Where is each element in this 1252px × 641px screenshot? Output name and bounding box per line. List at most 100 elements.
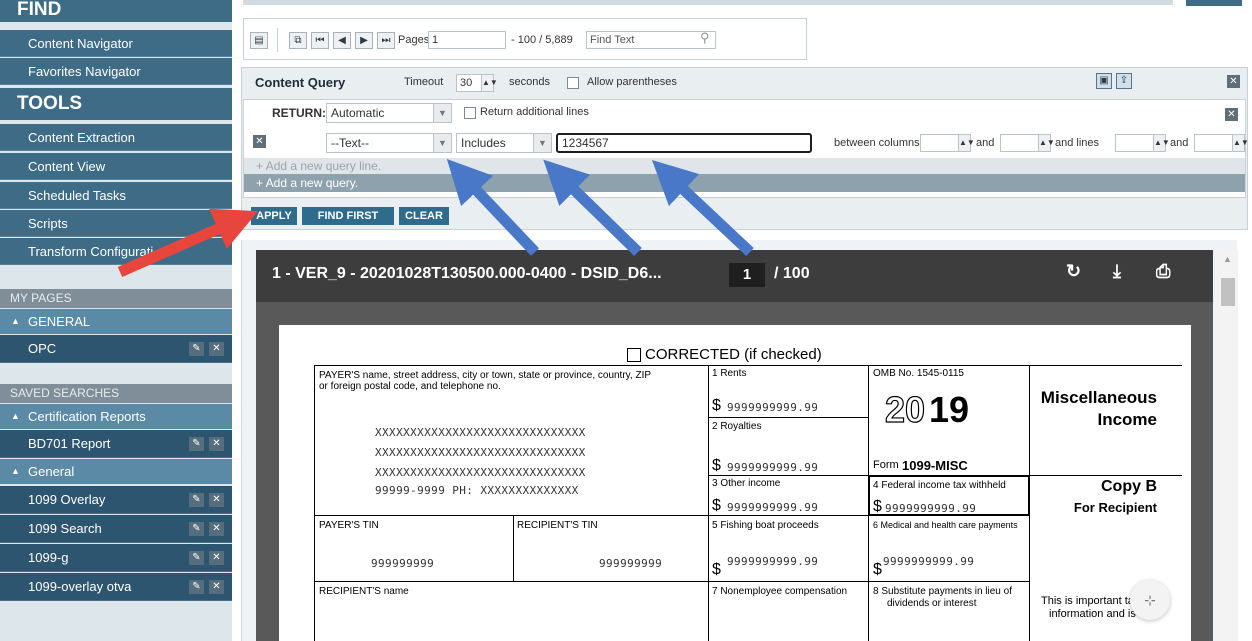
close-icon[interactable]: ✕ xyxy=(209,522,224,536)
other-income-label: 3 Other income xyxy=(712,478,781,489)
top-action-button[interactable] xyxy=(1186,0,1242,6)
edit-icon[interactable]: ✎ xyxy=(189,580,204,594)
saved-search-1099-search[interactable]: 1099 Search ✎ ✕ xyxy=(0,515,232,543)
panel-toggle-icon[interactable]: ▤ xyxy=(250,32,268,49)
field-select[interactable]: --Text-- ▼ xyxy=(326,133,452,153)
sidebar-item-transform-configurations[interactable]: Transform Configurati xyxy=(0,238,232,265)
chevron-down-icon[interactable]: ▼ xyxy=(433,104,451,122)
close-return-icon[interactable]: ✕ xyxy=(1225,108,1238,121)
print-icon[interactable]: ⎙ xyxy=(1156,261,1170,282)
return-select[interactable]: Automatic ▼ xyxy=(326,103,452,123)
close-icon[interactable]: ✕ xyxy=(209,493,224,507)
sidebar-item-favorites-navigator[interactable]: Favorites Navigator xyxy=(0,58,232,85)
group-label: GENERAL xyxy=(28,314,91,329)
year-outline: 20 xyxy=(884,388,926,430)
royalties-label: 2 Royalties xyxy=(712,421,762,432)
saved-search-1099-overlay[interactable]: 1099 Overlay ✎ ✕ xyxy=(0,486,232,514)
save-icon[interactable]: ▣ xyxy=(1096,73,1112,89)
copy-pages-icon[interactable]: ⧉ xyxy=(289,32,307,49)
export-icon[interactable]: ⇪ xyxy=(1116,73,1132,89)
saved-search-bd701-report[interactable]: BD701 Report ✎ ✕ xyxy=(0,430,232,458)
find-first-button[interactable]: FIND FIRST xyxy=(302,207,394,225)
allow-parentheses-checkbox[interactable] xyxy=(567,77,579,89)
close-icon[interactable]: ✕ xyxy=(209,580,224,594)
clear-button[interactable]: CLEAR xyxy=(399,207,449,225)
line-to-spinner[interactable]: ▲▼ xyxy=(1194,134,1249,152)
close-icon[interactable]: ✕ xyxy=(209,342,224,356)
edit-icon[interactable]: ✎ xyxy=(189,342,204,356)
spinner-arrows-icon[interactable]: ▲▼ xyxy=(481,75,498,91)
separator xyxy=(277,28,278,52)
royalties-value: 9999999999.99 xyxy=(727,461,819,474)
column-from-spinner[interactable]: ▲▼ xyxy=(920,134,975,152)
column-to-spinner[interactable]: ▲▼ xyxy=(1000,134,1055,152)
saved-group-general[interactable]: ▲ General xyxy=(0,459,232,484)
last-page-icon[interactable]: ⏭ xyxy=(377,32,395,49)
edit-icon[interactable]: ✎ xyxy=(189,493,204,507)
previous-page-icon[interactable]: ◀ xyxy=(333,32,351,49)
saved-search-1099-overlay-otva[interactable]: 1099-overlay otva ✎ ✕ xyxy=(0,573,232,601)
collapse-icon[interactable]: ⊹ xyxy=(1130,580,1170,620)
page-number-input[interactable]: 1 xyxy=(428,31,506,49)
viewer-toolbar: ▤ ⧉ ⏮ ◀ ▶ ⏭ Pages 1 - 100 / 5,889 Find T… xyxy=(243,18,807,60)
next-page-icon[interactable]: ▶ xyxy=(355,32,373,49)
first-page-icon[interactable]: ⏮ xyxy=(311,32,329,49)
spinner-arrows-icon[interactable]: ▲▼ xyxy=(1038,135,1055,151)
spinner-arrows-icon[interactable]: ▲▼ xyxy=(958,135,975,151)
chevron-down-icon[interactable]: ▼ xyxy=(433,134,451,152)
sidebar-item-content-extraction[interactable]: Content Extraction xyxy=(0,124,232,151)
download-icon[interactable]: ⤓ xyxy=(1113,261,1121,282)
fed-tax-value: 9999999999.99 xyxy=(885,502,977,515)
line-from-spinner[interactable]: ▲▼ xyxy=(1115,134,1170,152)
sidebar-item-content-navigator[interactable]: Content Navigator xyxy=(0,30,232,57)
my-page-opc[interactable]: OPC ✎ ✕ xyxy=(0,335,232,363)
search-icon[interactable]: ⚲ xyxy=(700,30,710,46)
payer-tin-value: 999999999 xyxy=(371,557,435,570)
spinner-arrows-icon[interactable]: ▲▼ xyxy=(1232,135,1249,151)
scroll-up-icon[interactable]: ▲ xyxy=(1223,254,1232,264)
saved-group-certification-reports[interactable]: ▲ Certification Reports xyxy=(0,404,232,429)
chevron-down-icon[interactable]: ▼ xyxy=(533,134,551,152)
my-pages-heading: MY PAGES xyxy=(0,289,232,308)
remove-line-icon[interactable]: ✕ xyxy=(253,135,266,148)
add-query-link[interactable]: + Add a new query. xyxy=(244,174,1245,192)
search-value-input[interactable]: 1234567 xyxy=(556,133,812,153)
find-text-input[interactable]: Find Text xyxy=(586,31,716,49)
add-query-line-link[interactable]: + Add a new query line. xyxy=(244,158,1245,174)
page-total: - 100 / 5,889 xyxy=(511,34,573,46)
edit-icon[interactable]: ✎ xyxy=(189,437,204,451)
close-panel-icon[interactable]: ✕ xyxy=(1227,75,1240,88)
rotate-icon[interactable]: ↻ xyxy=(1066,261,1081,282)
return-additional-label: Return additional lines xyxy=(480,106,589,118)
operator-value: Includes xyxy=(461,136,506,150)
close-icon[interactable]: ✕ xyxy=(209,437,224,451)
scroll-thumb[interactable] xyxy=(1221,278,1235,306)
apply-button[interactable]: APPLY xyxy=(251,207,297,225)
seconds-label: seconds xyxy=(509,76,550,88)
sidebar-item-content-view[interactable]: Content View xyxy=(0,153,232,180)
timeout-label: Timeout xyxy=(404,76,444,88)
sidebar-item-scheduled-tasks[interactable]: Scheduled Tasks xyxy=(0,182,232,209)
spinner-arrows-icon[interactable]: ▲▼ xyxy=(1153,135,1170,151)
operator-select[interactable]: Includes ▼ xyxy=(456,133,552,153)
pdf-page-total: / 100 xyxy=(774,265,810,282)
my-pages-group-general[interactable]: ▲ GENERAL xyxy=(0,309,232,334)
document-viewer: 1 - VER_9 - 20201028T130500.000-0400 - D… xyxy=(241,240,1238,641)
dollar-sign: $ xyxy=(712,397,721,414)
timeout-spinner[interactable]: 30 ▲▼ xyxy=(456,74,498,92)
form-name: 1099-MISC xyxy=(902,458,968,473)
edit-icon[interactable]: ✎ xyxy=(189,551,204,565)
edit-icon[interactable]: ✎ xyxy=(189,522,204,536)
form-line xyxy=(513,515,514,581)
saved-search-1099-g[interactable]: 1099-g ✎ ✕ xyxy=(0,544,232,572)
sidebar-item-scripts[interactable]: Scripts xyxy=(0,210,232,237)
pdf-page-input[interactable]: 1 xyxy=(729,263,765,287)
search-label: 1099 Search xyxy=(28,521,102,536)
viewer-scrollbar[interactable]: ▲ xyxy=(1217,250,1238,641)
pages-label: Pages xyxy=(398,34,430,46)
return-additional-checkbox[interactable] xyxy=(464,107,476,119)
group-label: General xyxy=(28,464,75,479)
close-icon[interactable]: ✕ xyxy=(209,551,224,565)
rents-value: 9999999999.99 xyxy=(727,401,819,414)
recipient-name-label: RECIPIENT'S name xyxy=(319,586,409,597)
